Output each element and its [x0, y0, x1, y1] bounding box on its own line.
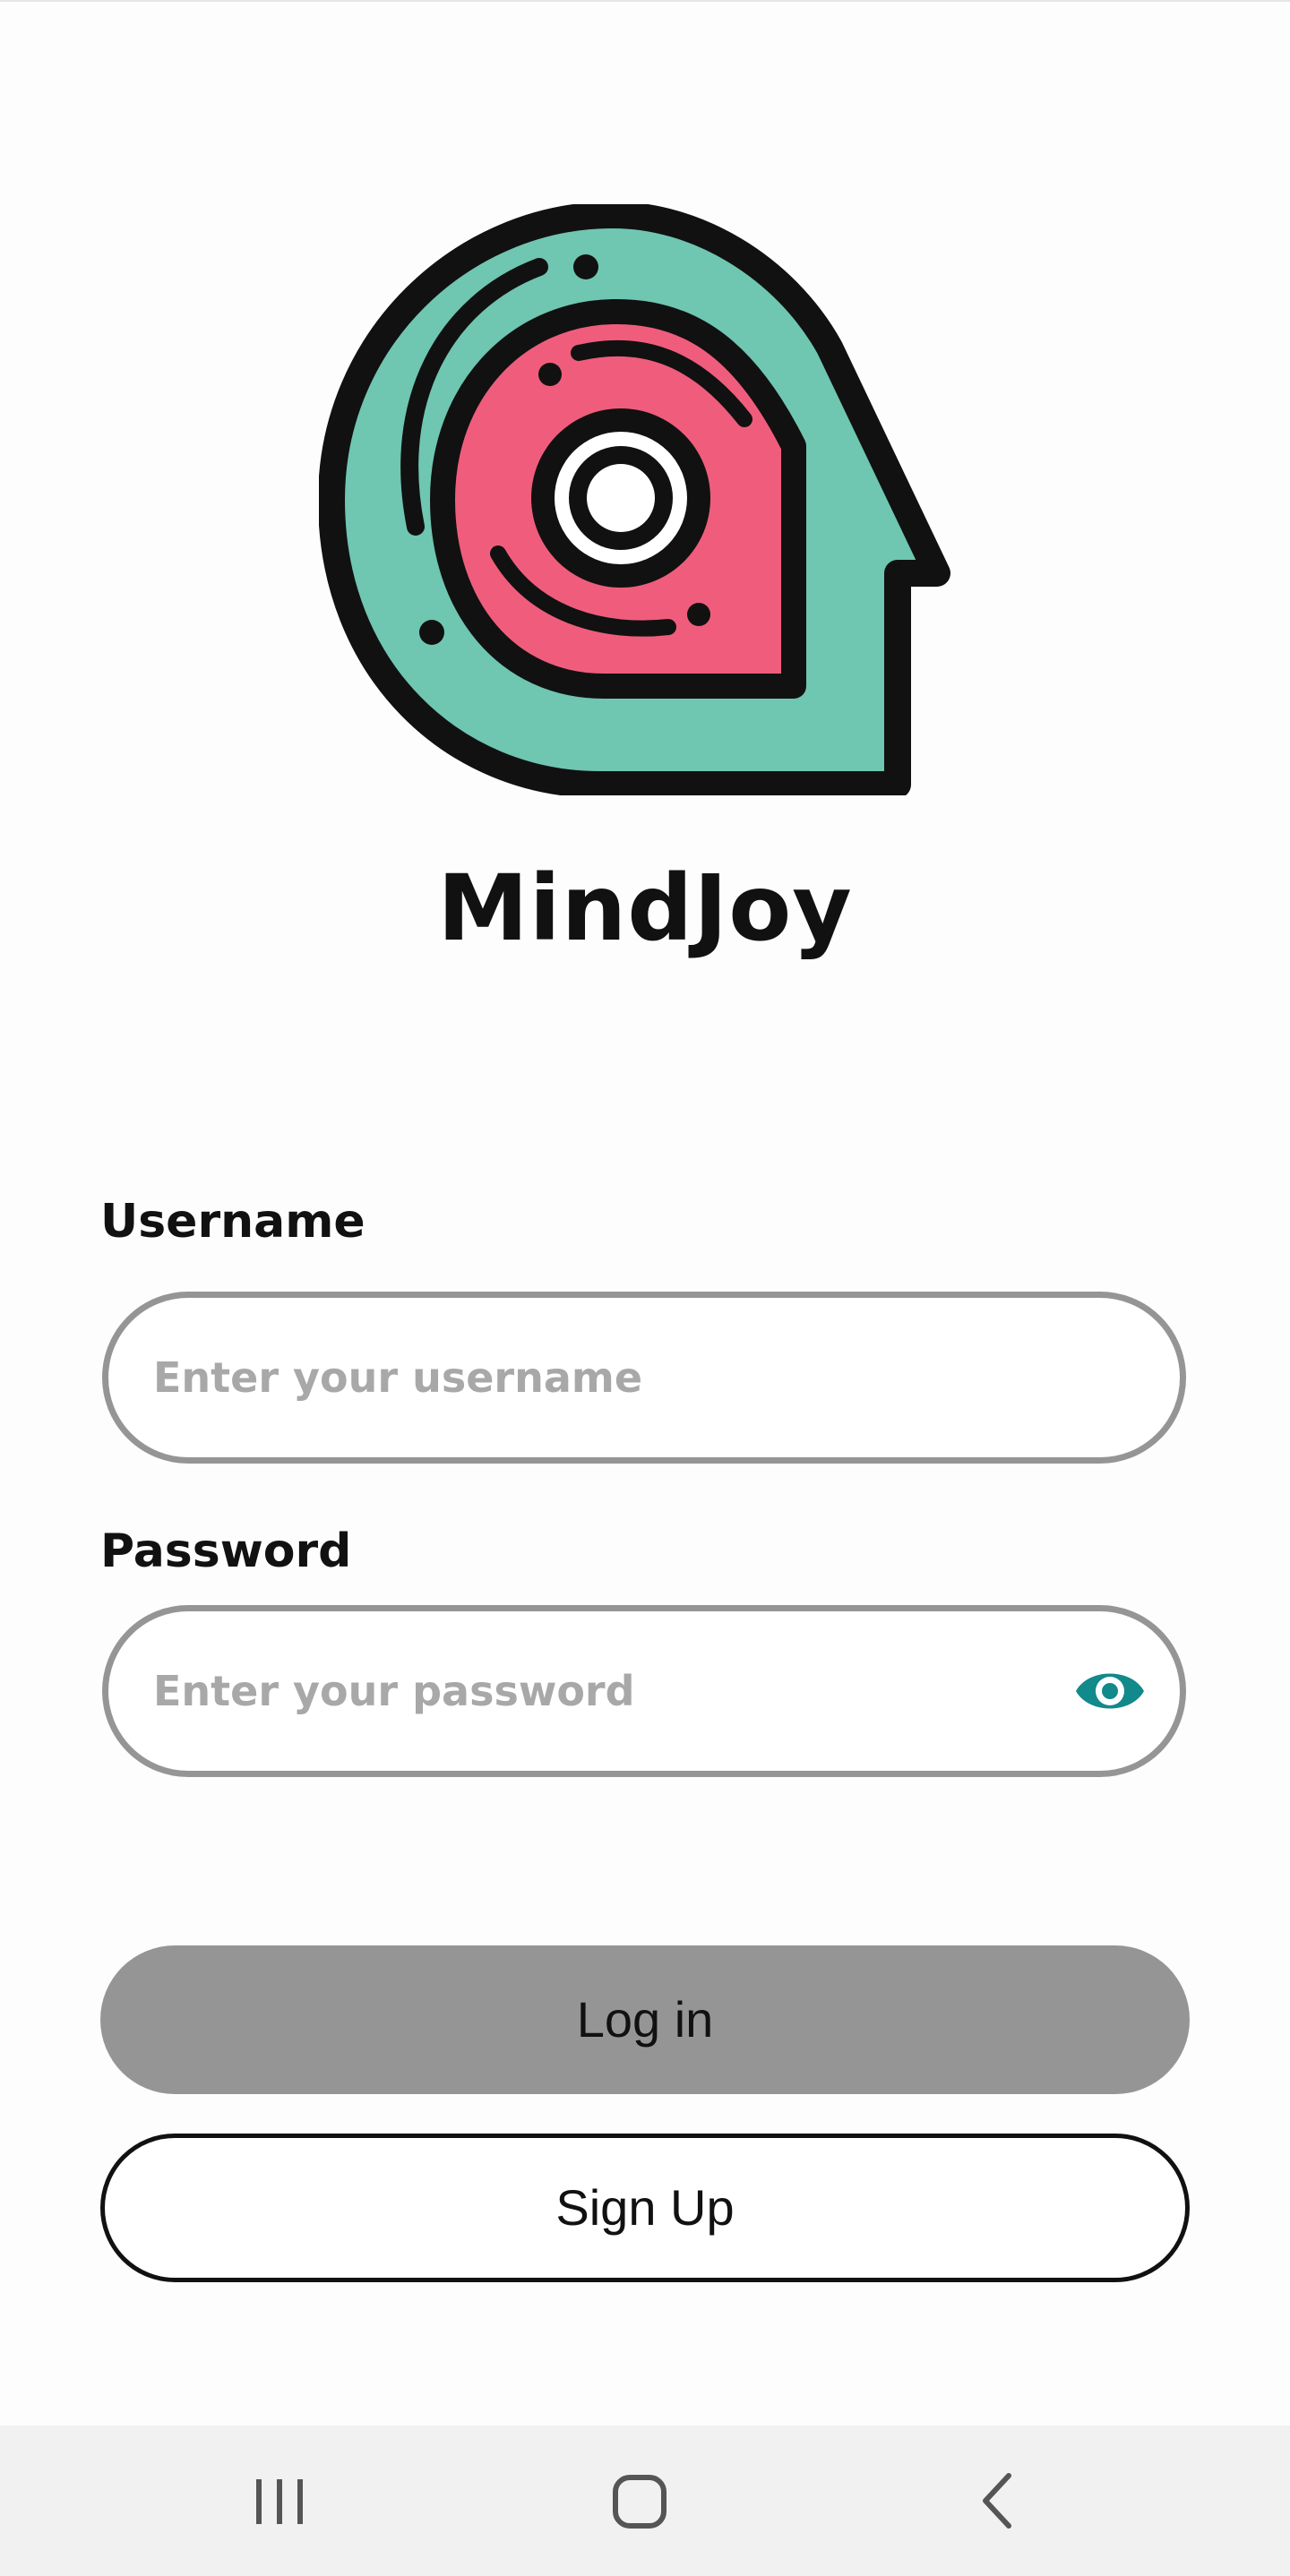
- signup-button[interactable]: Sign Up: [100, 2134, 1190, 2282]
- username-label: Username: [100, 1195, 366, 1249]
- system-navigation-bar: [0, 2426, 1290, 2576]
- home-icon[interactable]: [595, 2456, 684, 2546]
- recent-apps-icon[interactable]: [235, 2456, 324, 2546]
- password-input[interactable]: [153, 1611, 1049, 1771]
- password-label: Password: [100, 1524, 352, 1578]
- mind-head-icon: [319, 204, 950, 795]
- status-divider: [0, 0, 1290, 2]
- password-field[interactable]: [102, 1605, 1186, 1777]
- login-button[interactable]: Log in: [100, 1945, 1190, 2094]
- username-input[interactable]: [153, 1298, 1049, 1457]
- back-icon[interactable]: [955, 2456, 1045, 2546]
- eye-icon[interactable]: [1072, 1661, 1148, 1722]
- app-title: MindJoy: [437, 855, 853, 962]
- username-field[interactable]: [102, 1292, 1186, 1464]
